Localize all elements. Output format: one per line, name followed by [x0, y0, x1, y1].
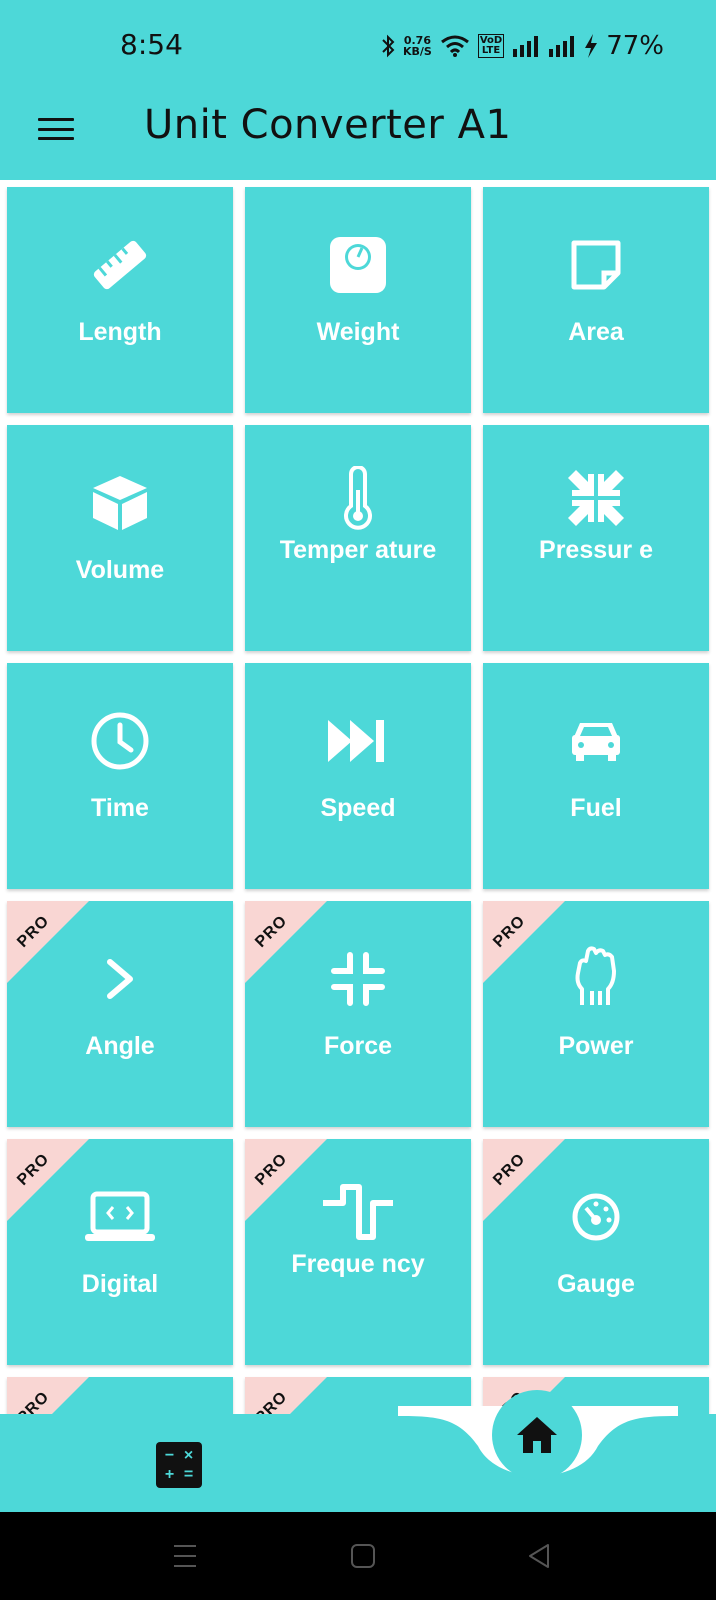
fast-forward-icon: [328, 720, 384, 762]
tile-label: Freque ncy: [291, 1250, 425, 1278]
tile-time[interactable]: Time: [7, 663, 233, 889]
status-icons: 0.76 KB/S VoD LTE 77%: [381, 28, 664, 64]
tile-area[interactable]: Area: [483, 187, 709, 413]
tile-label: Volume: [75, 556, 165, 584]
system-navigation-bar: [0, 1512, 716, 1600]
tile-label: Gauge: [557, 1270, 635, 1298]
home-icon: [517, 1417, 557, 1453]
tile-fuel[interactable]: Fuel: [483, 663, 709, 889]
recents-icon[interactable]: [172, 1542, 198, 1570]
tile-speed[interactable]: Speed: [245, 663, 471, 889]
clock-icon: [91, 712, 149, 770]
cube-icon: [93, 476, 147, 530]
laptop-code-icon: [85, 1191, 155, 1241]
tile-label: Length: [78, 318, 162, 346]
tile-length[interactable]: Length: [7, 187, 233, 413]
app-bar: Unit Converter A1: [0, 88, 716, 180]
tile-frequency[interactable]: PRO Freque ncy: [245, 1139, 471, 1365]
home-button[interactable]: [492, 1390, 582, 1480]
tile-label: Angle: [85, 1032, 155, 1060]
tile-label: Pressur e: [539, 536, 653, 564]
square-wave-icon: [323, 1184, 393, 1240]
status-bar: 8:54 0.76 KB/S VoD LTE 77%: [0, 0, 716, 88]
tile-label: Temper ature: [279, 536, 437, 564]
tile-digital[interactable]: PRO Digital: [7, 1139, 233, 1365]
bottom-navigation: − × + =: [0, 1390, 716, 1512]
hamburger-menu-icon[interactable]: [38, 114, 74, 144]
tile-power[interactable]: PRO Power: [483, 901, 709, 1127]
home-square-icon[interactable]: [350, 1542, 376, 1570]
volte-indicator: VoD LTE: [477, 34, 505, 58]
tile-label: Force: [323, 1032, 393, 1060]
tile-angle[interactable]: PRO Angle: [7, 901, 233, 1127]
status-time: 8:54: [120, 28, 183, 61]
area-square-icon: [571, 240, 621, 290]
fist-icon: [575, 946, 616, 1005]
calculator-icon[interactable]: − × + =: [156, 1442, 202, 1488]
battery-percent: 77%: [606, 31, 664, 61]
bluetooth-icon: [382, 34, 395, 58]
signal-icon: [513, 36, 539, 57]
tile-partial[interactable]: PRO: [7, 1377, 233, 1414]
charging-icon: [585, 34, 598, 58]
thermometer-icon: [344, 466, 372, 530]
tile-label: Power: [558, 1032, 634, 1060]
tile-label: Fuel: [570, 794, 622, 822]
tile-force[interactable]: PRO Force: [245, 901, 471, 1127]
compress-corners-icon: [331, 952, 385, 1006]
tile-label: Weight: [316, 318, 400, 346]
scale-icon: [330, 237, 386, 293]
tile-label: Digital: [81, 1270, 159, 1298]
back-triangle-icon[interactable]: [526, 1542, 552, 1570]
tile-volume[interactable]: Volume: [7, 425, 233, 651]
tile-weight[interactable]: Weight: [245, 187, 471, 413]
chevron-right-icon: [107, 959, 133, 999]
tile-label: Time: [91, 794, 149, 822]
car-icon: [572, 723, 620, 761]
wifi-icon: [440, 35, 469, 57]
ruler-icon: [93, 240, 147, 290]
converter-grid: Length Weight Area Volume Temper ature P…: [0, 180, 716, 1414]
app-title: Unit Converter A1: [144, 102, 512, 148]
compress-arrows-icon: [568, 470, 624, 526]
tile-gauge[interactable]: PRO Gauge: [483, 1139, 709, 1365]
signal-icon: [549, 36, 575, 57]
tile-label: Area: [568, 318, 624, 346]
gauge-icon: [572, 1193, 620, 1241]
tile-pressure[interactable]: Pressur e: [483, 425, 709, 651]
tile-label: Speed: [320, 794, 396, 822]
tile-temperature[interactable]: Temper ature: [245, 425, 471, 651]
network-speed: 0.76 KB/S: [402, 34, 432, 58]
